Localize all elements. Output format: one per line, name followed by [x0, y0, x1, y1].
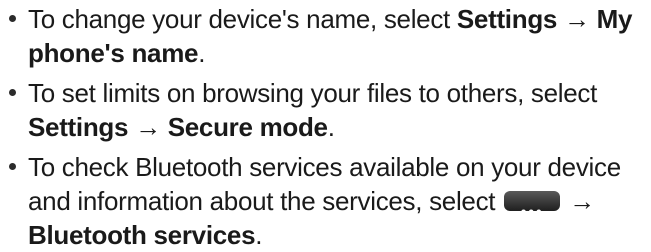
- more-options-dots: •••: [520, 204, 544, 222]
- more-options-icon: •••: [504, 191, 561, 221]
- list-item: To check Bluetooth services available on…: [0, 150, 651, 252]
- menu-path-bluetooth-services: Bluetooth services: [28, 220, 256, 250]
- item-end: .: [198, 38, 206, 68]
- item-end: .: [255, 220, 263, 250]
- arrow-separator: →: [557, 4, 597, 34]
- bullet-icon: [9, 89, 16, 96]
- menu-path-secure-mode: Secure mode: [167, 112, 328, 142]
- item-intro: To set limits on browsing your files to …: [28, 78, 598, 108]
- arrow-separator: →: [562, 186, 595, 216]
- arrow-separator: →: [128, 112, 168, 142]
- item-end: .: [327, 112, 335, 142]
- list-item: To set limits on browsing your files to …: [0, 76, 651, 144]
- bullet-icon: [9, 163, 16, 170]
- instruction-list: To change your device's name, select Set…: [0, 2, 651, 252]
- bullet-icon: [9, 15, 16, 22]
- menu-path-settings: Settings: [28, 112, 129, 142]
- menu-path-settings: Settings: [456, 4, 558, 34]
- list-item: To change your device's name, select Set…: [0, 2, 651, 70]
- item-intro: To change your device's name, select: [28, 4, 457, 34]
